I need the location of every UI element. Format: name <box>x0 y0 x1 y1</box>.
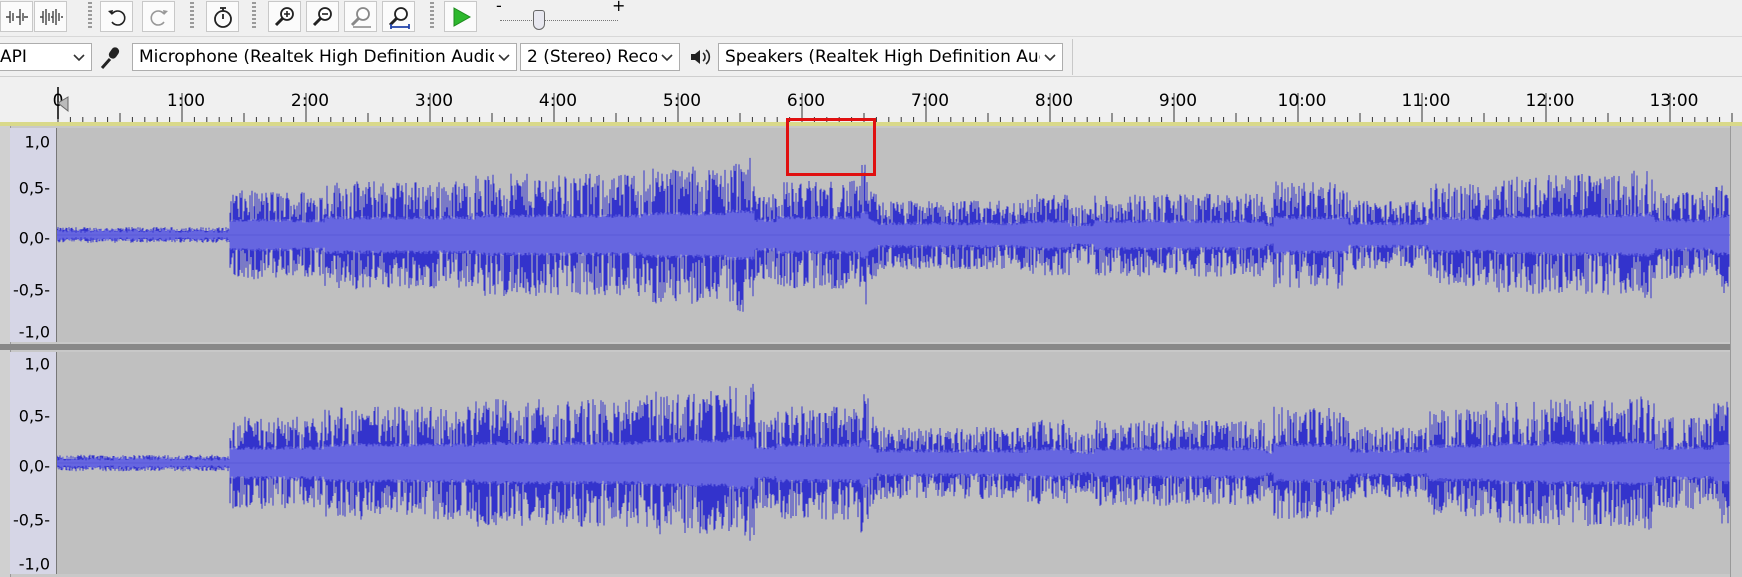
scale-label: 1,0 <box>24 132 50 152</box>
playback-device-select[interactable]: Speakers (Realtek High Definition Audi <box>718 43 1063 71</box>
speaker-icon <box>691 49 711 65</box>
toolbar-grip[interactable] <box>252 2 256 30</box>
scale-label: -1,0 <box>18 554 50 574</box>
ruler-label: 4:00 <box>538 91 578 111</box>
ruler-ticks <box>57 93 1733 123</box>
chevron-down-icon <box>1044 54 1056 62</box>
playback-device-value: Speakers (Realtek High Definition Audi <box>725 47 1040 67</box>
ruler-label: 5:00 <box>662 91 702 111</box>
vertical-scale-left[interactable]: 1,0 0,5- 0,0- -0,5- -1,0 <box>10 128 57 342</box>
ruler-label: 2:00 <box>290 91 330 111</box>
scale-label: -1,0 <box>18 322 50 342</box>
slider-thumb[interactable] <box>532 10 545 30</box>
scale-label: -0,5- <box>13 510 50 530</box>
toolbar-grip[interactable] <box>190 2 194 30</box>
recording-channels-select[interactable]: 2 (Stereo) Recor <box>520 43 680 71</box>
scale-label: 0,5- <box>18 406 50 426</box>
fit-selection-icon <box>350 6 371 28</box>
scale-label: -0,5- <box>13 280 50 300</box>
ruler-label: 11:00 <box>1401 91 1451 111</box>
toolbar-grip[interactable] <box>88 2 92 30</box>
scale-label: 0,0- <box>18 228 50 248</box>
undo-button[interactable] <box>100 1 133 32</box>
chevron-down-icon <box>661 54 673 62</box>
redo-icon <box>150 9 168 26</box>
toolbar-separator <box>1072 39 1073 75</box>
redo-button[interactable] <box>142 1 175 32</box>
recording-device-select[interactable]: Microphone (Realtek High Definition Audi… <box>132 43 517 71</box>
channel-separator <box>0 344 1742 350</box>
trim-audio-button[interactable] <box>34 1 67 32</box>
audio-track[interactable]: 1,0 0,5- 0,0- -0,5- -1,0 1,0 0,5- 0,0- -… <box>0 118 1742 577</box>
edit-toolbar: - + <box>0 0 1742 36</box>
ruler-label: 8:00 <box>1034 91 1074 111</box>
audio-host-select[interactable]: API <box>0 43 92 71</box>
device-toolbar: API Microphone (Realtek High Definition … <box>0 36 1742 76</box>
waveform-left-channel[interactable] <box>57 128 1730 342</box>
silence-audio-button[interactable] <box>0 1 33 32</box>
sync-lock-button[interactable] <box>206 1 239 32</box>
trim-audio-icon <box>39 8 63 25</box>
slider-track <box>500 20 618 21</box>
toolbar-grip[interactable] <box>430 2 434 30</box>
timeline-ruler[interactable]: 01:002:003:004:005:006:007:008:009:0010:… <box>0 76 1742 123</box>
ruler-label: 13:00 <box>1649 91 1699 111</box>
sync-lock-icon <box>213 6 232 28</box>
ruler-label: 10:00 <box>1277 91 1327 111</box>
silence-audio-icon <box>5 8 28 25</box>
track-right-edge <box>1730 126 1742 577</box>
play-speed-min-label: - <box>496 0 502 15</box>
undo-icon <box>107 9 125 26</box>
ruler-label: 3:00 <box>414 91 454 111</box>
play-speed-max-label: + <box>612 0 626 15</box>
scale-label: 0,0- <box>18 456 50 476</box>
recording-channels-value: 2 (Stereo) Recor <box>527 47 657 67</box>
audio-host-value: API <box>0 47 27 67</box>
scale-label: 0,5- <box>18 178 50 198</box>
play-head-marker[interactable] <box>52 81 72 121</box>
zoom-in-button[interactable] <box>268 1 301 32</box>
recording-device-value: Microphone (Realtek High Definition Audi… <box>139 47 494 67</box>
fit-project-button[interactable] <box>382 1 415 32</box>
microphone-icon <box>100 47 120 69</box>
play-icon <box>453 6 471 27</box>
vertical-scale-right[interactable]: 1,0 0,5- 0,0- -0,5- -1,0 <box>10 352 57 574</box>
scale-label: 1,0 <box>24 354 50 374</box>
play-speed-slider[interactable]: - + <box>492 0 632 34</box>
highlight-box <box>786 118 876 176</box>
ruler-label: 1:00 <box>166 91 206 111</box>
play-button[interactable] <box>444 1 477 32</box>
fit-project-icon <box>388 6 410 29</box>
waveform-right-channel[interactable] <box>57 352 1730 574</box>
chevron-down-icon <box>498 54 510 62</box>
zoom-out-icon <box>312 6 332 26</box>
zoom-out-button[interactable] <box>306 1 339 32</box>
ruler-label: 6:00 <box>786 91 826 111</box>
zoom-in-icon <box>274 6 294 26</box>
fit-selection-button[interactable] <box>344 1 377 32</box>
ruler-label: 9:00 <box>1158 91 1198 111</box>
ruler-label: 7:00 <box>910 91 950 111</box>
chevron-down-icon <box>73 54 85 62</box>
ruler-label: 12:00 <box>1525 91 1575 111</box>
